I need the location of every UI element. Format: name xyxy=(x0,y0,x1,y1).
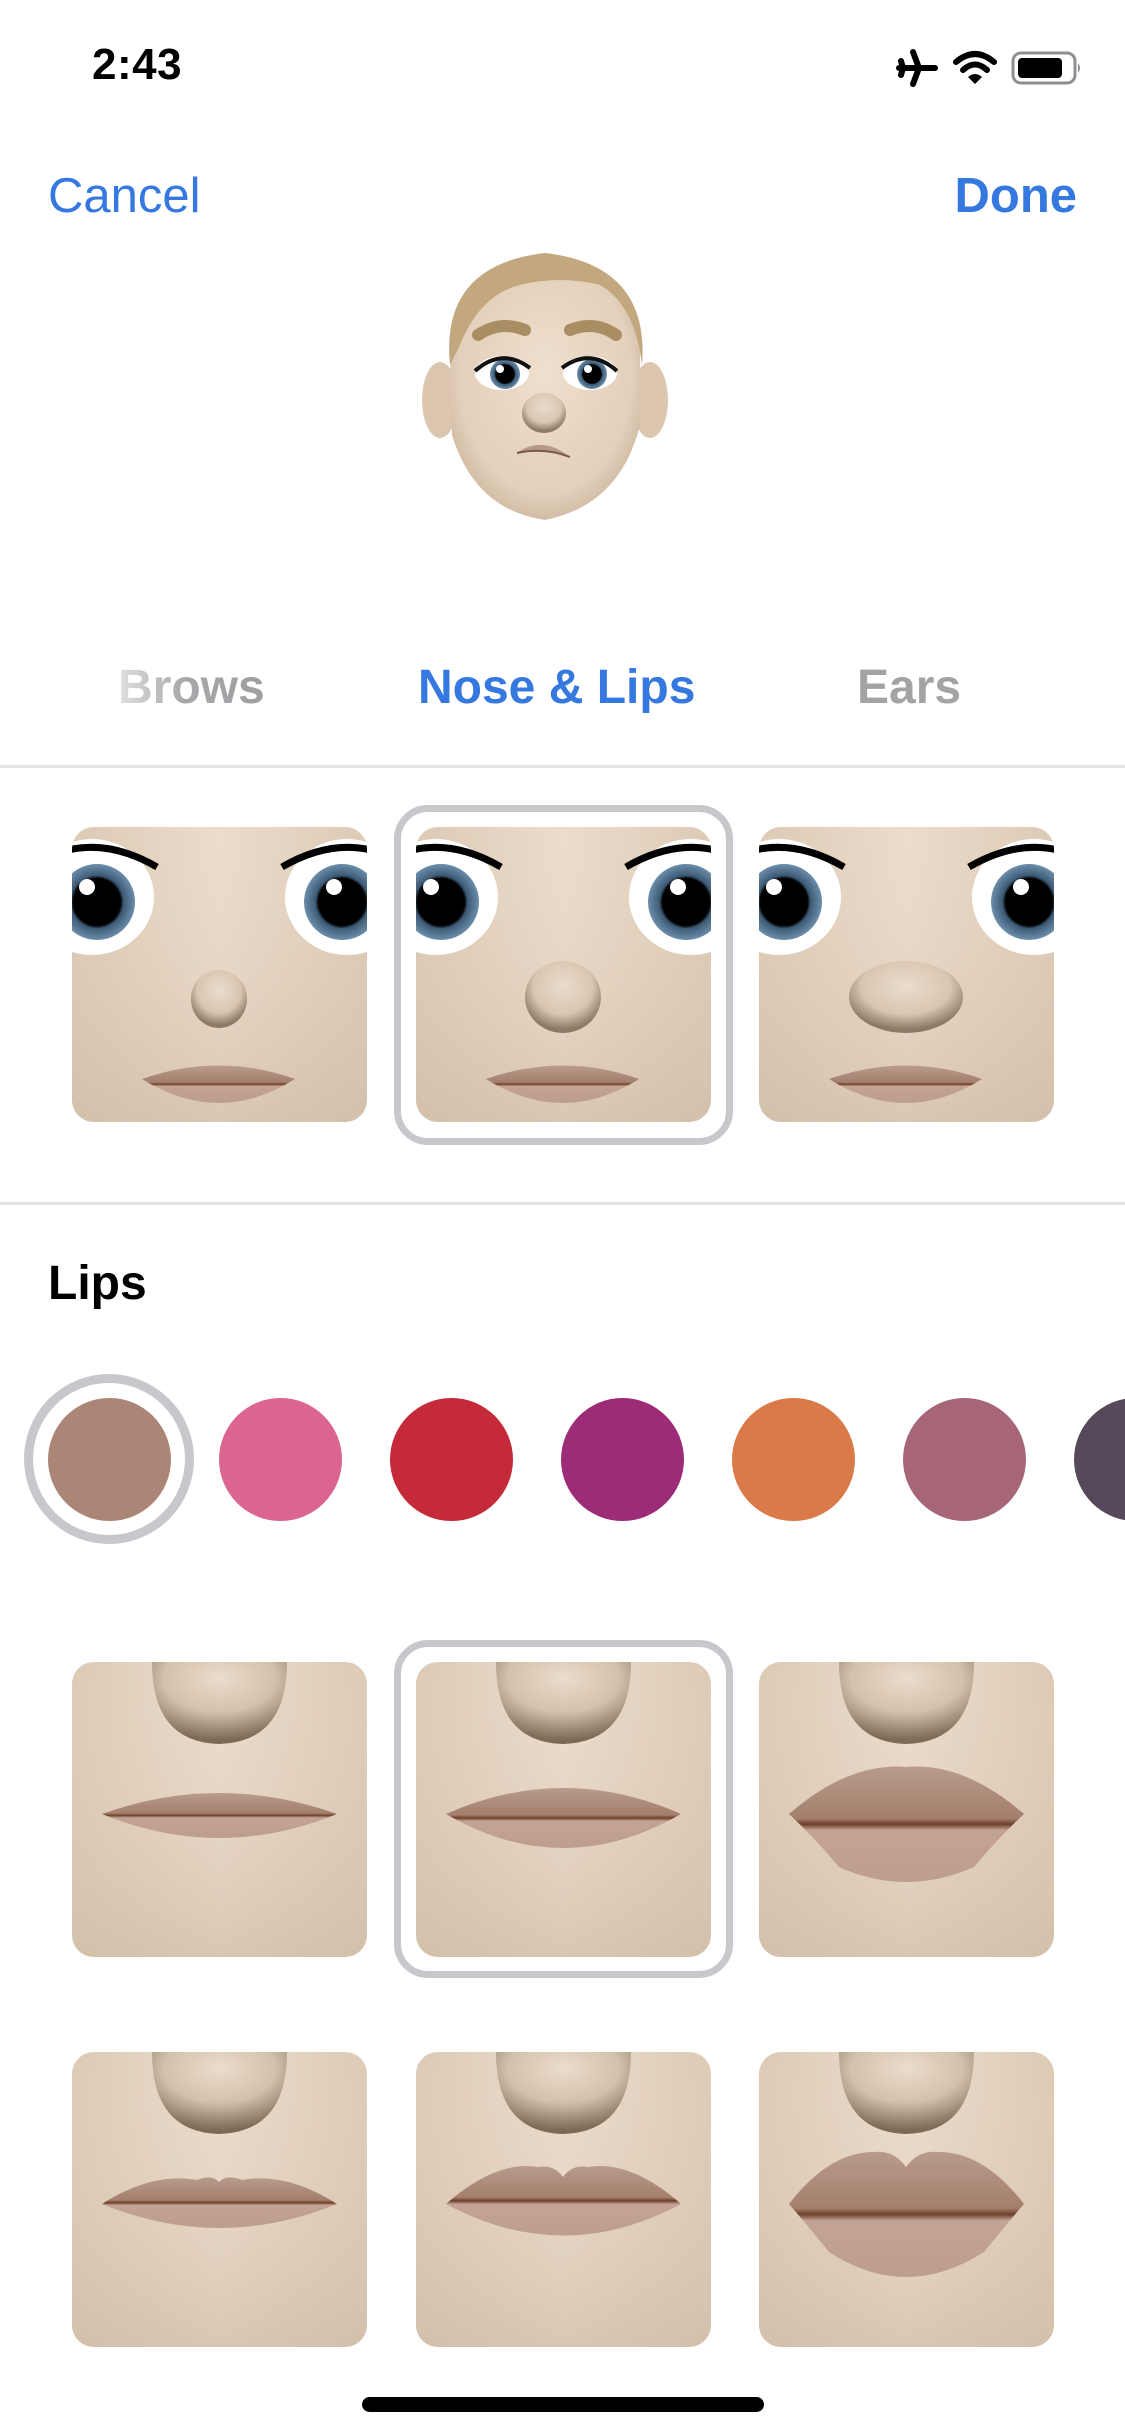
home-indicator[interactable] xyxy=(362,2397,764,2412)
lip-shape-tile[interactable] xyxy=(72,2052,367,2347)
tabs-divider xyxy=(0,765,1125,768)
battery-icon xyxy=(1011,51,1080,85)
lip-color-swatch[interactable] xyxy=(48,1398,171,1521)
lip-color-swatch[interactable] xyxy=(219,1398,342,1521)
done-button[interactable]: Done xyxy=(955,168,1078,224)
lip-color-swatch[interactable] xyxy=(561,1398,684,1521)
tab-ears[interactable]: Ears xyxy=(857,660,961,715)
lip-shape-tile[interactable] xyxy=(416,2052,711,2347)
airplane-mode-icon xyxy=(896,49,938,87)
category-tabs: Brows Nose & Lips Ears xyxy=(0,660,1125,730)
lip-color-swatch[interactable] xyxy=(732,1398,855,1521)
nose-option-tile-selected[interactable] xyxy=(416,827,711,1122)
nose-option-tile[interactable] xyxy=(759,827,1054,1122)
section-divider xyxy=(0,1202,1125,1205)
cancel-button[interactable]: Cancel xyxy=(48,168,201,224)
lip-shape-tile[interactable] xyxy=(759,1662,1054,1957)
lip-shape-tile-selected[interactable] xyxy=(416,1662,711,1957)
nose-option-tile[interactable] xyxy=(72,827,367,1122)
lip-color-swatch[interactable] xyxy=(1074,1398,1125,1521)
lips-section-title: Lips xyxy=(48,1257,147,1310)
lip-shape-tile[interactable] xyxy=(72,1662,367,1957)
wifi-icon xyxy=(953,51,997,84)
lip-color-swatch[interactable] xyxy=(903,1398,1026,1521)
lip-color-swatch[interactable] xyxy=(390,1398,513,1521)
status-time: 2:43 xyxy=(92,40,183,89)
status-icons xyxy=(895,48,1083,88)
memoji-avatar-preview xyxy=(420,235,670,525)
lip-shape-tile[interactable] xyxy=(759,2052,1054,2347)
tab-nose-lips[interactable]: Nose & Lips xyxy=(418,660,695,715)
tab-brows[interactable]: Brows xyxy=(118,660,265,715)
